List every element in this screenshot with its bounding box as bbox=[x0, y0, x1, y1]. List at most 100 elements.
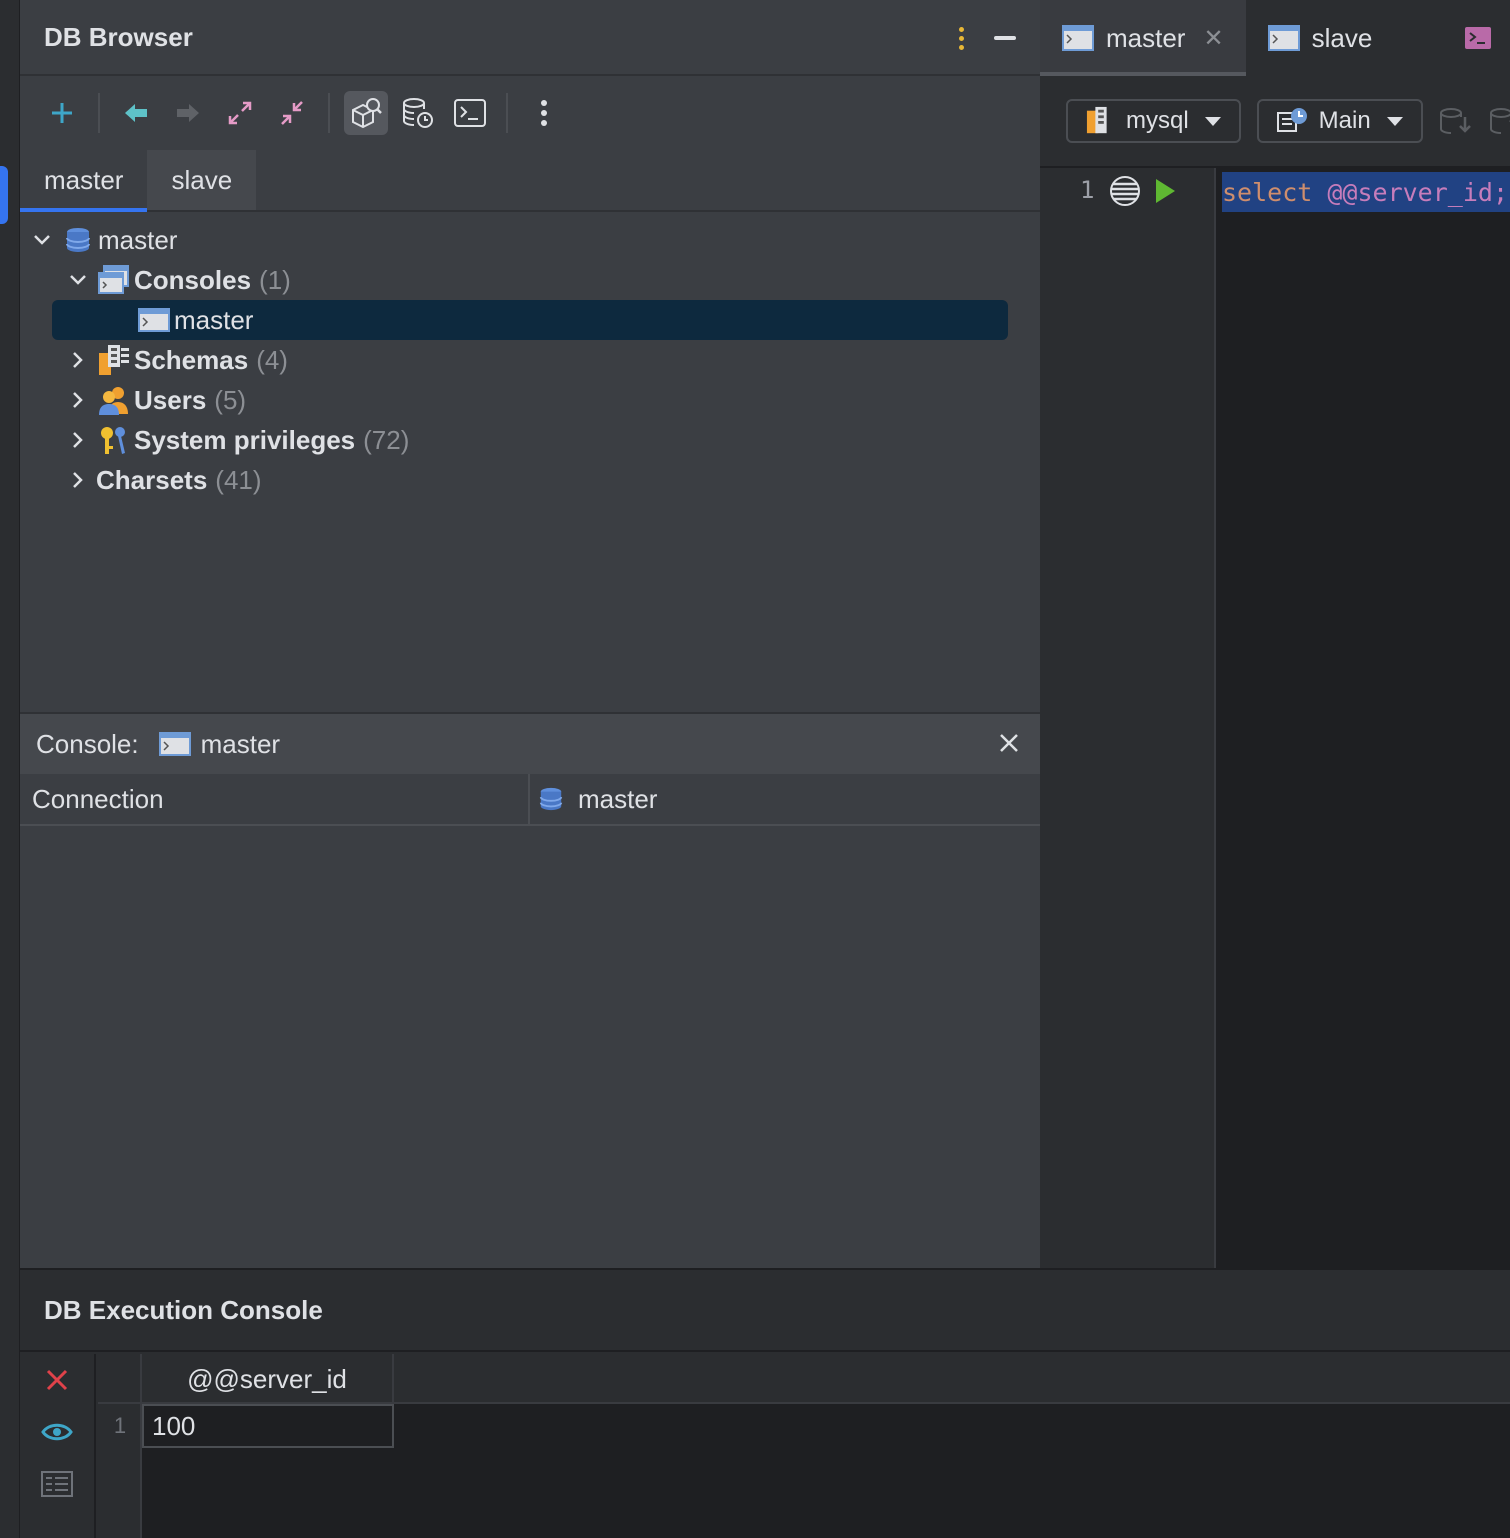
console-details-header: Console: master bbox=[20, 714, 1040, 774]
db-browser-panel: DB Browser master slave master Consoles … bbox=[20, 0, 1040, 712]
result-cell[interactable]: 100 bbox=[142, 1404, 394, 1448]
editor-body[interactable]: 1 select @@server_id; bbox=[1040, 168, 1510, 1268]
record-view-icon[interactable] bbox=[20, 1458, 94, 1510]
view-eye-icon[interactable] bbox=[20, 1406, 94, 1458]
editor-tab-slave[interactable]: slave bbox=[1246, 0, 1395, 76]
object-search-icon[interactable] bbox=[344, 91, 388, 135]
add-connection-button[interactable] bbox=[40, 91, 84, 135]
chevron-down-icon bbox=[1386, 116, 1403, 126]
tree-item-system-privileges[interactable]: System privileges (72) bbox=[20, 420, 1040, 460]
connection-row: Connection master bbox=[20, 774, 1040, 826]
close-tab-icon[interactable]: ✕ bbox=[1203, 24, 1223, 53]
panel-title: DB Browser bbox=[44, 21, 193, 52]
result-grid-header: @@server_id bbox=[98, 1354, 1510, 1404]
db-browser-header: DB Browser bbox=[20, 0, 1040, 76]
console-icon bbox=[136, 304, 172, 336]
session-value: Main bbox=[1318, 107, 1371, 134]
code-keyword: select bbox=[1222, 177, 1313, 207]
connection-value: master bbox=[578, 783, 658, 814]
expand-all-icon[interactable] bbox=[218, 91, 262, 135]
history-icon[interactable] bbox=[396, 91, 440, 135]
line-number: 1 bbox=[1080, 176, 1095, 204]
tree-label: Charsets bbox=[96, 464, 208, 495]
session-selector[interactable]: Main bbox=[1256, 99, 1423, 143]
execution-console: DB Execution Console @@server_id 1 100 bbox=[20, 1268, 1510, 1538]
consoles-icon bbox=[96, 264, 132, 296]
tree-label: Schemas bbox=[134, 344, 249, 375]
options-kebab-icon[interactable] bbox=[959, 26, 964, 50]
result-grid[interactable]: @@server_id 1 100 bbox=[98, 1354, 1510, 1538]
statement-status-icon bbox=[1108, 174, 1142, 213]
console-name: master bbox=[200, 728, 281, 759]
chevron-down-icon bbox=[1204, 116, 1221, 126]
tree-item-master-connection[interactable]: master bbox=[20, 220, 1040, 260]
console-icon bbox=[1267, 25, 1300, 51]
rollback-icon[interactable] bbox=[1489, 105, 1510, 137]
tree-label: master bbox=[174, 304, 254, 335]
close-result-icon[interactable] bbox=[20, 1354, 94, 1406]
tool-window-strip bbox=[0, 0, 20, 1538]
tree-count: (5) bbox=[214, 384, 247, 415]
tab-master[interactable]: master bbox=[20, 150, 148, 212]
toolbar-separator bbox=[328, 93, 330, 133]
tree-item-schemas[interactable]: Schemas (4) bbox=[20, 340, 1040, 380]
tree-label: master bbox=[98, 224, 178, 255]
active-tool-indicator[interactable] bbox=[0, 166, 8, 224]
commit-icon[interactable] bbox=[1439, 105, 1473, 137]
chevron-right-icon[interactable] bbox=[60, 471, 96, 489]
minimize-icon[interactable] bbox=[994, 36, 1016, 40]
tree-label: System privileges bbox=[134, 424, 356, 455]
close-icon[interactable] bbox=[996, 730, 1022, 763]
sql-editor: master ✕ slave mysql Main 1 select @@ser… bbox=[1040, 0, 1510, 1268]
toolbar-separator bbox=[506, 93, 508, 133]
tree-count: (1) bbox=[259, 264, 291, 295]
editor-tabs: master ✕ slave bbox=[1040, 0, 1510, 76]
connection-tabs: master slave bbox=[20, 150, 1040, 212]
forward-arrow-icon[interactable] bbox=[166, 91, 210, 135]
tree-item-console-master[interactable]: master bbox=[52, 300, 1008, 340]
toolbar-separator bbox=[98, 93, 100, 133]
editor-tab-master[interactable]: master ✕ bbox=[1040, 0, 1246, 76]
console-details-panel: Console: master Connection master bbox=[20, 712, 1040, 1268]
terminal-icon[interactable] bbox=[1446, 0, 1510, 76]
database-icon bbox=[60, 224, 96, 256]
object-tree: master Consoles (1) master Schemas (4) U… bbox=[20, 212, 1040, 500]
collapse-all-icon[interactable] bbox=[270, 91, 314, 135]
row-number: 1 bbox=[113, 1413, 127, 1438]
editor-tab-label: master bbox=[1106, 22, 1186, 53]
chevron-down-icon[interactable] bbox=[60, 274, 96, 286]
tree-label: Consoles bbox=[134, 264, 252, 295]
chevron-down-icon[interactable] bbox=[24, 234, 60, 246]
open-console-icon[interactable] bbox=[448, 91, 492, 135]
schema-value: mysql bbox=[1126, 107, 1189, 134]
users-icon bbox=[96, 384, 132, 416]
tree-item-consoles[interactable]: Consoles (1) bbox=[20, 260, 1040, 300]
tree-label: Users bbox=[134, 384, 207, 415]
chevron-right-icon[interactable] bbox=[60, 391, 96, 409]
execution-console-actions bbox=[20, 1354, 96, 1538]
tab-slave[interactable]: slave bbox=[147, 150, 257, 210]
code-line[interactable]: select @@server_id; bbox=[1222, 172, 1510, 212]
tab-label: slave bbox=[171, 164, 233, 195]
column-header[interactable]: @@server_id bbox=[142, 1354, 394, 1404]
chevron-right-icon[interactable] bbox=[60, 351, 96, 369]
connection-value-cell: master bbox=[530, 774, 1040, 824]
connection-key: Connection bbox=[20, 774, 530, 824]
back-arrow-icon[interactable] bbox=[114, 91, 158, 135]
chevron-right-icon[interactable] bbox=[60, 431, 96, 449]
session-icon bbox=[1276, 107, 1309, 135]
editor-tab-label: slave bbox=[1311, 22, 1373, 53]
run-statement-icon[interactable] bbox=[1152, 176, 1178, 211]
db-browser-toolbar bbox=[20, 76, 1040, 150]
more-options-icon[interactable] bbox=[522, 91, 566, 135]
console-icon bbox=[158, 732, 191, 756]
schema-selector[interactable]: mysql bbox=[1066, 99, 1241, 143]
tree-item-charsets[interactable]: Charsets (41) bbox=[20, 460, 1040, 500]
tree-count: (72) bbox=[363, 424, 410, 455]
code-variable: @@server_id; bbox=[1327, 177, 1508, 207]
schemas-icon bbox=[96, 344, 132, 376]
console-label: Console: bbox=[36, 728, 139, 759]
tree-item-users[interactable]: Users (5) bbox=[20, 380, 1040, 420]
tab-label: master bbox=[44, 164, 124, 195]
privileges-key-icon bbox=[96, 424, 132, 456]
